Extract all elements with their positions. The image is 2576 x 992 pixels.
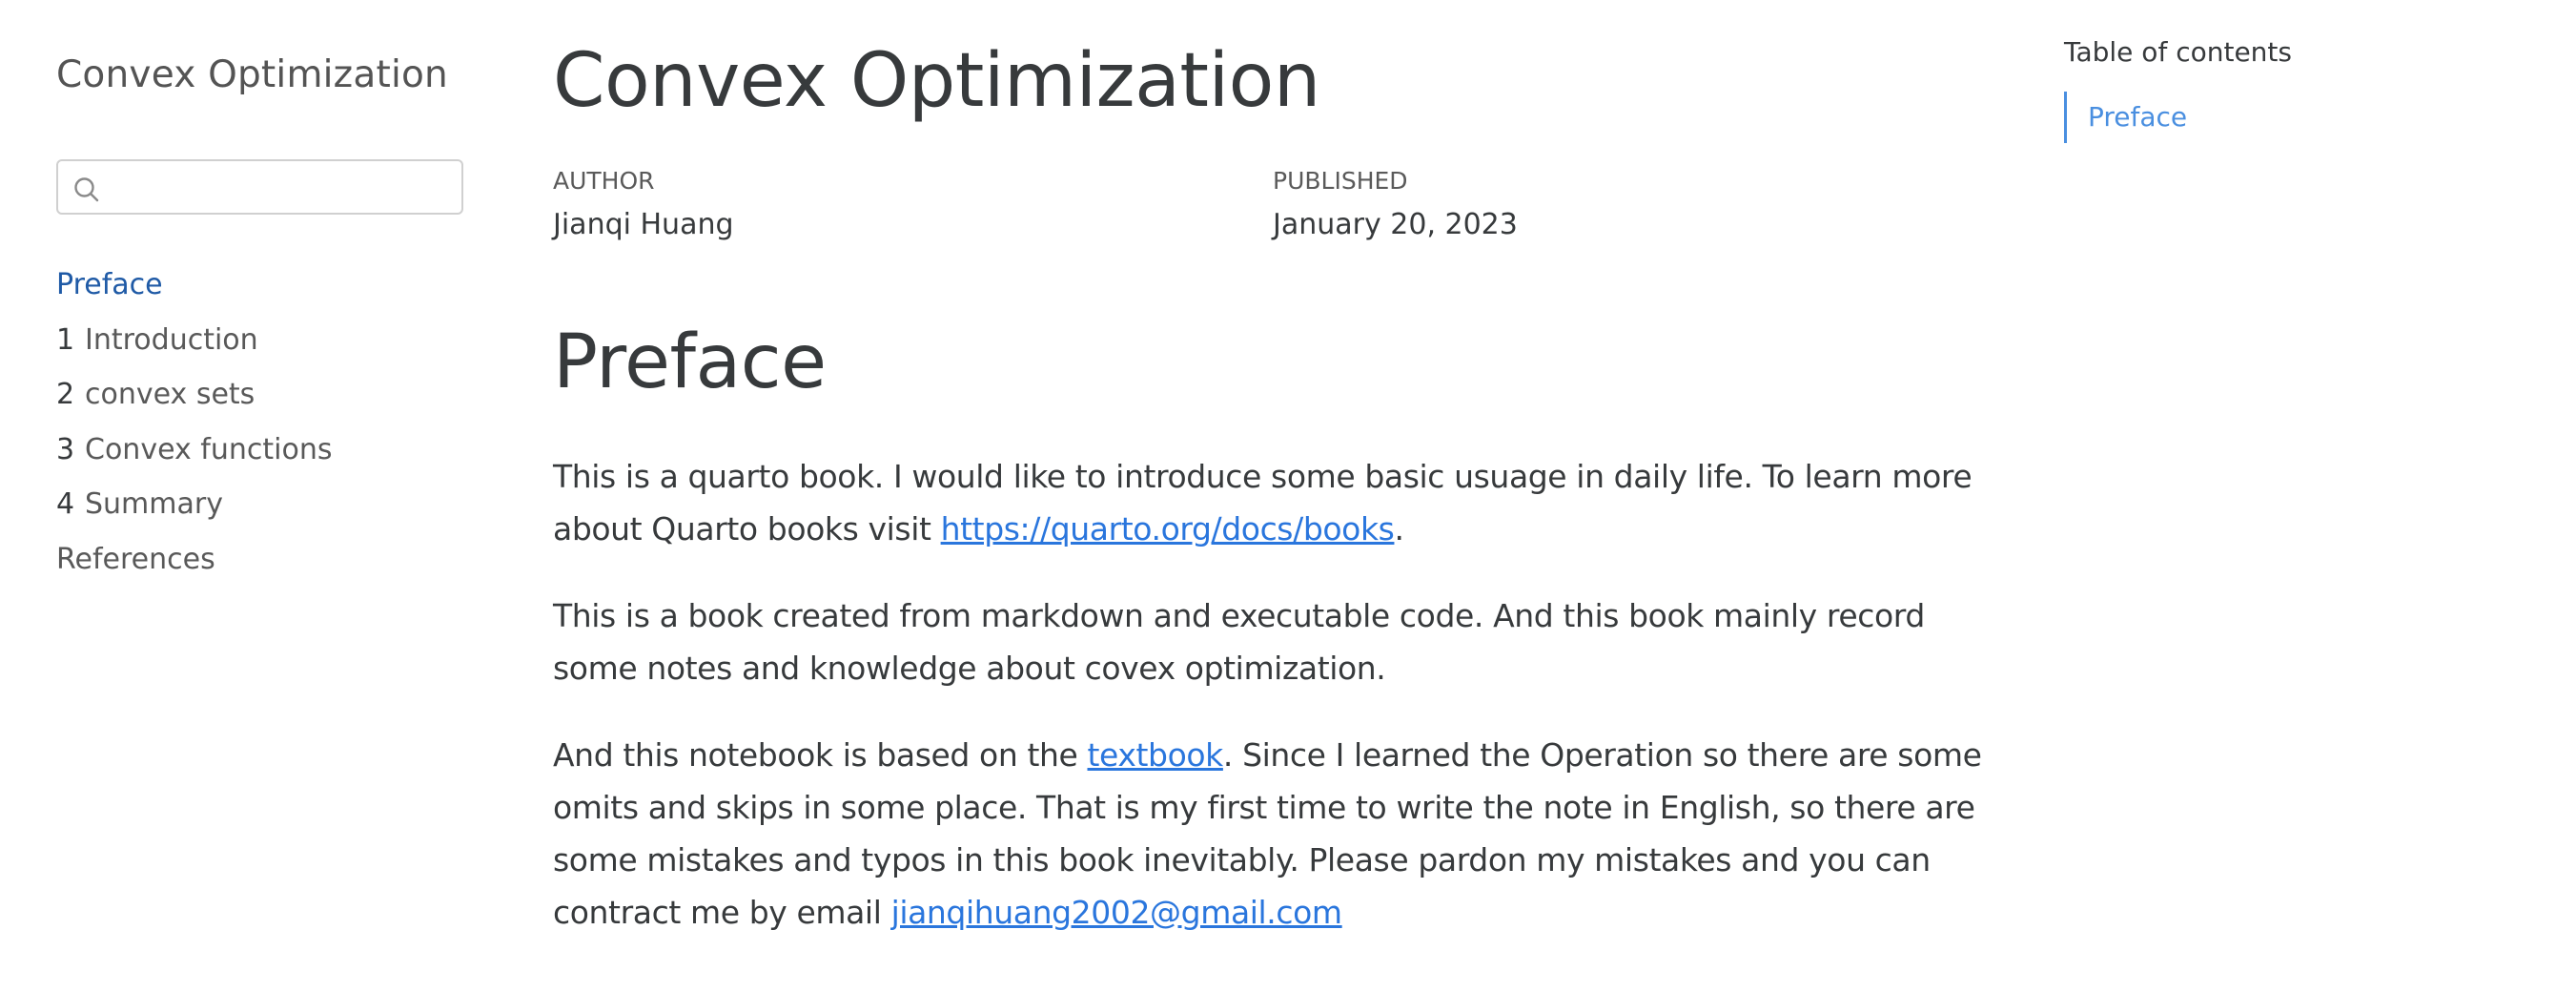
sidebar-item-introduction[interactable]: 1 Introduction (56, 313, 466, 368)
email-link[interactable]: jianqihuang2002@gmail.com (891, 894, 1343, 931)
sidebar-item-label: Introduction (85, 322, 258, 357)
sidebar-item-preface[interactable]: Preface (56, 258, 466, 313)
published-label: PUBLISHED (1273, 167, 1408, 195)
sidebar-item-references[interactable]: References (56, 532, 466, 588)
sidebar-item-number: 2 (56, 378, 75, 411)
sidebar-nav: Preface 1 Introduction 2 convex sets 3 Conv… (56, 258, 466, 587)
toc-title: Table of contents (2064, 36, 2292, 68)
paragraph-notebook: And this notebook is based on the textbo… (553, 729, 1983, 939)
sidebar-item-summary[interactable]: 4 Summary (56, 477, 466, 532)
published-block: PUBLISHED January 20, 2023 (1273, 164, 1518, 244)
sidebar-item-number: 4 (56, 487, 75, 521)
sidebar-item-convex-functions[interactable]: 3 Convex functions (56, 423, 466, 478)
sidebar-item-label: Summary (85, 487, 223, 521)
page-title: Convex Optimization (553, 38, 1320, 124)
paragraph-intro: This is a quarto book. I would like to i… (553, 450, 1983, 555)
search-icon (74, 177, 99, 202)
author-label: AUTHOR (553, 167, 655, 195)
section-heading-preface: Preface (553, 320, 827, 405)
toc-list: Preface (2064, 92, 2187, 143)
paragraph-text: . (1394, 510, 1404, 548)
author-name: Jianqi Huang (553, 208, 734, 241)
sidebar-item-number: 3 (56, 432, 75, 466)
sidebar-item-number: 1 (56, 322, 75, 357)
sidebar-item-label: Preface (56, 268, 163, 301)
author-block: AUTHOR Jianqi Huang (553, 164, 734, 244)
search-input[interactable] (108, 167, 455, 209)
textbook-link[interactable]: textbook (1088, 736, 1224, 774)
paragraph-text: This is a book created from markdown and… (553, 597, 1925, 687)
sidebar-item-label: References (56, 542, 215, 576)
quarto-books-link[interactable]: https://quarto.org/docs/books (941, 510, 1395, 548)
sidebar-item-label: convex sets (85, 378, 256, 411)
paragraph-text: And this notebook is based on the (553, 736, 1088, 774)
sidebar-item-label: Convex functions (85, 432, 333, 466)
sidebar-item-convex-sets[interactable]: 2 convex sets (56, 367, 466, 423)
sidebar-book-title[interactable]: Convex Optimization (56, 53, 448, 96)
search-box[interactable] (56, 159, 463, 215)
paragraph-about: This is a book created from markdown and… (553, 589, 1983, 694)
published-date: January 20, 2023 (1273, 208, 1518, 241)
toc-item-preface[interactable]: Preface (2088, 101, 2187, 133)
